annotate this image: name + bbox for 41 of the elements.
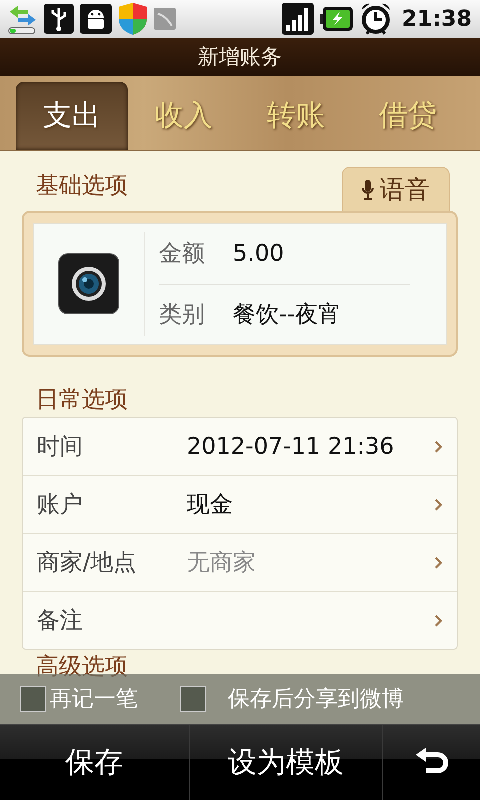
item-label: 时间	[37, 433, 84, 462]
checkbox-label: 再记一笔	[50, 686, 138, 714]
screen-title: 新增账务	[0, 38, 480, 76]
checkbox[interactable]	[180, 686, 206, 712]
chevron-icon	[435, 440, 443, 452]
item-label: 账户	[37, 491, 84, 520]
field-label: 金额	[159, 240, 205, 270]
shield-icon	[118, 2, 148, 36]
signal-icon	[282, 3, 314, 35]
sync-icon	[8, 3, 38, 35]
item-label: 备注	[37, 607, 84, 636]
item-label: 商家/地点	[37, 549, 138, 578]
list-item[interactable]: 备注	[23, 591, 457, 649]
field-value[interactable]: 餐饮--夜宵	[233, 298, 342, 330]
section-heading: 日常选项	[36, 386, 128, 415]
section-heading: 基础选项	[36, 172, 128, 201]
clock-time: 21:38	[402, 6, 472, 32]
tab[interactable]: 支出	[16, 82, 128, 150]
camera-icon[interactable]	[58, 253, 120, 315]
alarm-clock-icon	[360, 2, 392, 36]
toolbar-button[interactable]: 设为模板	[190, 725, 383, 800]
field-label: 类别	[159, 300, 205, 330]
chevron-icon	[435, 498, 443, 510]
android-icon	[80, 4, 112, 34]
checkbox[interactable]	[20, 686, 46, 712]
field-value[interactable]: 5.00	[233, 240, 284, 267]
microphone-icon	[362, 178, 374, 200]
list-item[interactable]: 商家/地点 无商家	[23, 533, 457, 591]
item-value: 现金	[187, 491, 234, 520]
battery-charging-icon	[320, 6, 354, 32]
chevron-icon	[435, 556, 443, 568]
list-item[interactable]: 账户 现金	[23, 475, 457, 533]
chevron-icon	[435, 614, 443, 626]
toolbar-button[interactable]: 保存	[0, 725, 190, 800]
voice-button[interactable]: 语音	[342, 167, 450, 211]
checkbox-label: 保存后分享到微博	[228, 686, 404, 714]
item-placeholder: 无商家	[187, 549, 257, 578]
usb-icon	[44, 4, 74, 34]
item-value: 2012-07-11 21:36	[187, 434, 396, 460]
section-heading: 高级选项	[36, 654, 128, 680]
list-item[interactable]: 时间 2012-07-11 21:36	[23, 418, 457, 475]
